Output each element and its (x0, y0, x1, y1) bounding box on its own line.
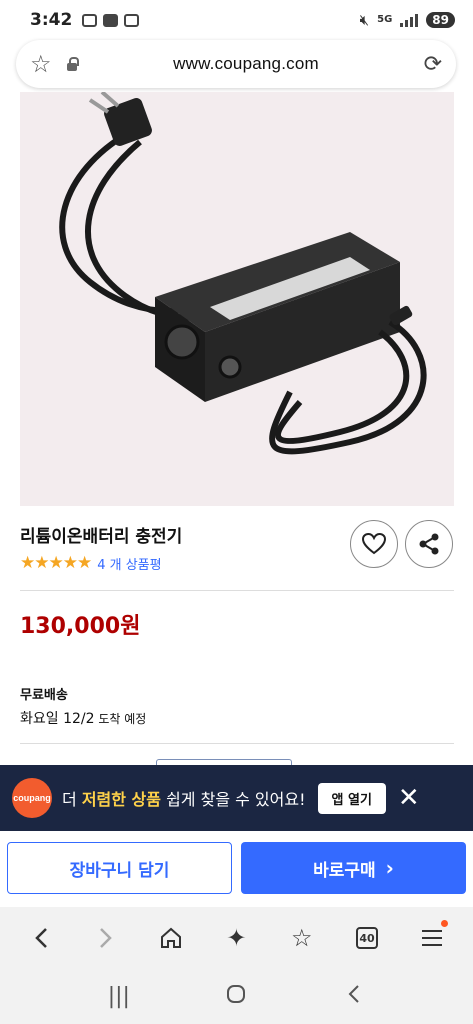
url-text[interactable]: www.coupang.com (78, 54, 414, 74)
system-back-icon[interactable] (334, 984, 374, 1010)
app-install-banner[interactable]: coupang 더 저렴한 상품 쉽게 찾을 수 있어요! 앱 열기 ✕ (0, 765, 473, 831)
home-icon[interactable] (151, 918, 191, 958)
delivery-date: 화요일 12/2 도착 예정 (20, 708, 146, 728)
open-app-button[interactable]: 앱 열기 (317, 782, 386, 814)
network-type: 5G (377, 14, 393, 25)
divider (20, 590, 454, 591)
forward-icon[interactable] (86, 918, 126, 958)
status-right: 🔇︎ 5G 89 (360, 11, 455, 29)
menu-icon[interactable] (412, 918, 452, 958)
youtube-icon (103, 13, 119, 27)
notification-icons (82, 13, 140, 27)
sparkle-icon[interactable]: ✦ (216, 918, 256, 958)
heart-icon (362, 533, 386, 555)
home-circle-icon[interactable] (216, 984, 256, 1010)
tabs-icon[interactable]: 40 (347, 918, 387, 958)
browser-toolbar: ✦ ☆ 40 (0, 907, 473, 969)
calendar-icon (124, 13, 140, 27)
banner-message: 더 저렴한 상품 쉽게 찾을 수 있어요! (62, 786, 306, 810)
product-price: 130,000원 (20, 614, 141, 639)
divider (20, 743, 454, 744)
banner-text-highlight: 저렴한 상품 (81, 790, 161, 809)
delivery-date-suffix: 도착 예정 (94, 712, 147, 726)
banner-text-post: 쉽게 찾을 수 있어요! (160, 790, 306, 809)
product-image[interactable] (20, 92, 454, 506)
charger-illustration (20, 92, 454, 506)
share-button[interactable] (405, 520, 453, 568)
close-icon[interactable]: ✕ (398, 785, 420, 811)
lock-icon[interactable] (66, 57, 79, 71)
mute-icon: 🔇︎ (359, 11, 370, 29)
tab-count: 40 (356, 927, 379, 949)
purchase-bar: 장바구니 담기 바로구매 › (0, 831, 473, 907)
back-icon[interactable] (21, 918, 61, 958)
bookmark-star-icon[interactable]: ☆ (282, 918, 322, 958)
product-title: 리튬이온배터리 충전기 (20, 527, 183, 547)
screenshot-icon (82, 13, 98, 27)
shipping-title: 무료배송 (20, 688, 68, 703)
status-bar: 3:42 🔇︎ 5G 89 (0, 0, 473, 40)
banner-text-pre: 더 (62, 790, 82, 809)
review-count-link[interactable]: 4 개 상품평 (97, 554, 161, 573)
coupang-logo: coupang (12, 778, 52, 818)
product-header: 리튬이온배터리 충전기 ★★★★★ 4 개 상품평 (20, 516, 454, 576)
star-rating: ★★★★★ (20, 553, 92, 573)
add-to-cart-button[interactable]: 장바구니 담기 (7, 842, 232, 894)
delivery-date-main: 화요일 12/2 (20, 711, 95, 727)
rating[interactable]: ★★★★★ 4 개 상품평 (20, 553, 162, 573)
reload-icon[interactable]: ⟳ (414, 52, 442, 77)
chevron-right-icon: › (385, 856, 394, 880)
battery-level: 89 (426, 12, 455, 28)
buy-now-label: 바로구매 (313, 860, 376, 881)
recents-icon[interactable]: ||| (99, 984, 139, 1009)
share-icon (419, 533, 439, 555)
url-bar[interactable]: ☆ www.coupang.com ⟳ (16, 40, 456, 88)
notification-dot (441, 920, 449, 927)
page-content: 리튬이온배터리 충전기 ★★★★★ 4 개 상품평 130,000원 무료배송 … (0, 92, 473, 765)
wishlist-button[interactable] (350, 520, 398, 568)
status-time: 3:42 (30, 10, 73, 30)
buy-now-button[interactable]: 바로구매 › (241, 842, 466, 894)
system-nav-bar: ||| (0, 969, 473, 1024)
star-outline-icon[interactable]: ☆ (30, 50, 62, 78)
signal-icon (400, 13, 419, 27)
